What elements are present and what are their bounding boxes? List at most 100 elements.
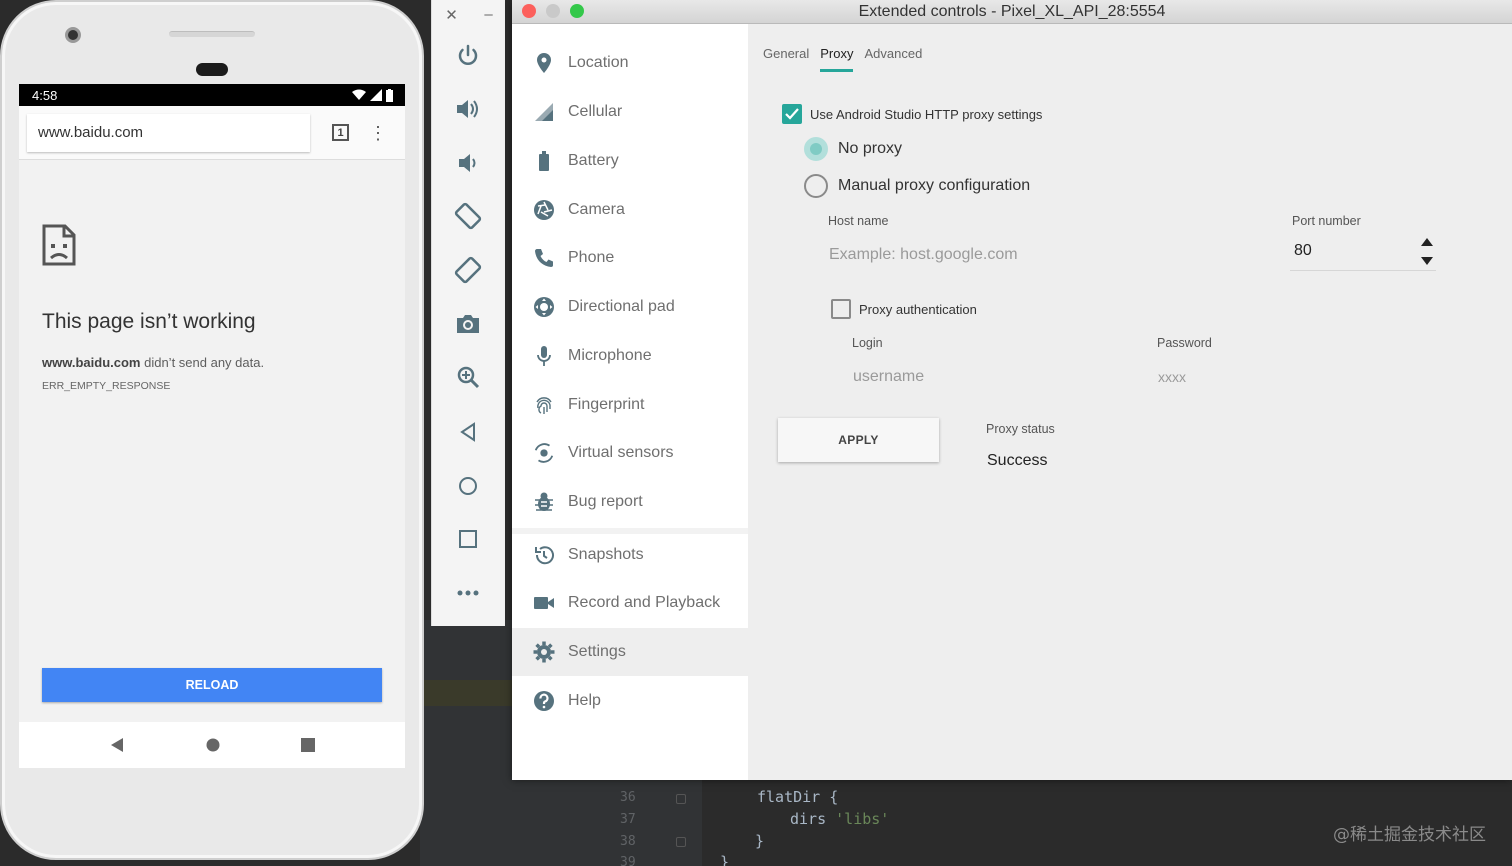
close-window-button[interactable] bbox=[522, 4, 536, 18]
code-line[interactable]: dirs 'libs' bbox=[790, 810, 889, 828]
tab-proxy[interactable]: Proxy bbox=[820, 46, 854, 72]
port-decrement-icon[interactable] bbox=[1421, 257, 1433, 265]
line-number: 37 bbox=[620, 812, 636, 827]
bug-icon bbox=[533, 491, 555, 513]
reload-button[interactable]: RELOAD bbox=[42, 668, 382, 702]
manual-proxy-radio[interactable] bbox=[804, 174, 828, 198]
nav-recents-icon[interactable] bbox=[300, 738, 315, 752]
sidebar-item-location[interactable]: Location bbox=[512, 39, 748, 87]
sidebar-item-bug-report[interactable]: Bug report bbox=[512, 478, 748, 526]
emulator-toolbar: ✕ – bbox=[431, 0, 505, 626]
battery-status-icon bbox=[386, 88, 393, 102]
use-studio-proxy-row[interactable]: Use Android Studio HTTP proxy settings bbox=[782, 104, 1042, 124]
phone-sensor bbox=[196, 63, 228, 76]
proxy-status-value: Success bbox=[987, 452, 1048, 469]
phone-speaker bbox=[169, 31, 255, 37]
sidebar-item-camera[interactable]: Camera bbox=[512, 186, 748, 234]
sidebar-item-label: Cellular bbox=[568, 103, 623, 120]
sidebar-item-snapshots[interactable]: Snapshots bbox=[512, 531, 748, 579]
sad-page-icon bbox=[42, 224, 76, 266]
login-input[interactable]: username bbox=[853, 368, 924, 386]
nav-home-icon[interactable] bbox=[206, 738, 220, 752]
zoom-window-button[interactable] bbox=[570, 4, 584, 18]
tab-switcher-button[interactable]: 1 bbox=[332, 124, 349, 141]
gear-icon bbox=[533, 641, 555, 663]
sidebar-item-battery[interactable]: Battery bbox=[512, 137, 748, 185]
sidebar-item-label: Settings bbox=[568, 643, 626, 660]
tab-advanced[interactable]: Advanced bbox=[864, 46, 922, 72]
line-number: 39 bbox=[620, 855, 636, 866]
password-label: Password bbox=[1157, 336, 1212, 350]
fold-marker[interactable] bbox=[676, 837, 686, 847]
fingerprint-icon bbox=[533, 394, 555, 416]
sidebar-item-microphone[interactable]: Microphone bbox=[512, 332, 748, 380]
port-number-underline bbox=[1290, 270, 1436, 271]
sidebar-item-phone[interactable]: Phone bbox=[512, 234, 748, 282]
sidebar-item-settings[interactable]: Settings bbox=[512, 628, 748, 676]
minimize-window-button[interactable] bbox=[546, 4, 560, 18]
use-studio-proxy-label: Use Android Studio HTTP proxy settings bbox=[810, 106, 1043, 122]
sidebar-item-fingerprint[interactable]: Fingerprint bbox=[512, 381, 748, 429]
battery-icon bbox=[533, 150, 555, 172]
overview-icon[interactable] bbox=[454, 525, 482, 553]
dpad-icon bbox=[533, 296, 555, 318]
home-icon[interactable] bbox=[454, 472, 482, 500]
camera-shutter-icon bbox=[533, 199, 555, 221]
port-increment-icon[interactable] bbox=[1421, 238, 1433, 246]
code-line[interactable]: } bbox=[720, 853, 729, 866]
fold-marker[interactable] bbox=[676, 794, 686, 804]
browser-toolbar: www.baidu.com 1 ⋮ bbox=[19, 106, 405, 160]
window-title: Extended controls - Pixel_XL_API_28:5554 bbox=[858, 2, 1166, 20]
minimize-icon[interactable]: – bbox=[484, 6, 492, 24]
no-proxy-radio[interactable] bbox=[804, 137, 828, 161]
no-proxy-label: No proxy bbox=[838, 140, 903, 157]
rotate-right-icon[interactable] bbox=[454, 256, 482, 284]
code-keyword: dirs bbox=[790, 810, 836, 828]
use-studio-proxy-checkbox[interactable] bbox=[782, 104, 802, 124]
sidebar-item-virtual-sensors[interactable]: Virtual sensors bbox=[512, 429, 748, 477]
error-host: www.baidu.com bbox=[42, 355, 141, 370]
volume-up-icon[interactable] bbox=[454, 95, 482, 123]
manual-proxy-label: Manual proxy configuration bbox=[838, 177, 1031, 194]
password-input[interactable]: xxxx bbox=[1158, 369, 1186, 385]
proxy-auth-checkbox[interactable] bbox=[831, 299, 851, 319]
phone-icon bbox=[533, 247, 555, 269]
sidebar-item-label: Camera bbox=[568, 201, 625, 218]
code-line[interactable]: flatDir { bbox=[757, 788, 838, 806]
wifi-icon bbox=[352, 89, 366, 100]
code-line[interactable]: } bbox=[755, 832, 764, 850]
sidebar-item-cellular[interactable]: Cellular bbox=[512, 88, 748, 136]
cellular-icon bbox=[533, 101, 555, 123]
proxy-auth-label: Proxy authentication bbox=[859, 301, 977, 317]
tab-general[interactable]: General bbox=[763, 46, 809, 72]
volume-down-icon[interactable] bbox=[454, 149, 482, 177]
back-icon[interactable] bbox=[454, 418, 482, 446]
more-icon[interactable] bbox=[454, 579, 482, 607]
host-name-input[interactable]: Example: host.google.com bbox=[829, 246, 1018, 264]
close-icon[interactable]: ✕ bbox=[445, 6, 458, 24]
checkmark-icon bbox=[785, 108, 799, 120]
front-camera bbox=[65, 27, 81, 43]
port-number-input[interactable]: 80 bbox=[1294, 242, 1312, 260]
sidebar-item-record-playback[interactable]: Record and Playback bbox=[512, 579, 748, 627]
power-icon[interactable] bbox=[454, 42, 482, 70]
proxy-auth-row[interactable]: Proxy authentication bbox=[831, 299, 977, 319]
android-nav-bar bbox=[19, 722, 405, 768]
settings-panel: General Proxy Advanced Use Android Studi… bbox=[748, 24, 1512, 780]
manual-proxy-row[interactable]: Manual proxy configuration bbox=[804, 174, 1030, 198]
rotate-left-icon[interactable] bbox=[454, 202, 482, 230]
sidebar-item-help[interactable]: Help bbox=[512, 677, 748, 725]
sidebar-item-directional-pad[interactable]: Directional pad bbox=[512, 283, 748, 331]
url-bar[interactable]: www.baidu.com bbox=[27, 113, 310, 152]
apply-button[interactable]: APPLY bbox=[778, 418, 939, 462]
virtual-sensors-icon bbox=[533, 442, 555, 464]
status-bar: 4:58 bbox=[19, 84, 405, 106]
nav-back-icon[interactable] bbox=[109, 737, 125, 753]
browser-menu-icon[interactable]: ⋮ bbox=[369, 124, 387, 142]
no-proxy-row[interactable]: No proxy bbox=[804, 137, 902, 161]
zoom-icon[interactable] bbox=[454, 363, 482, 391]
camera-icon[interactable] bbox=[454, 310, 482, 338]
traffic-lights bbox=[522, 4, 584, 18]
host-name-label: Host name bbox=[828, 214, 889, 228]
editor-highlight bbox=[420, 680, 512, 706]
